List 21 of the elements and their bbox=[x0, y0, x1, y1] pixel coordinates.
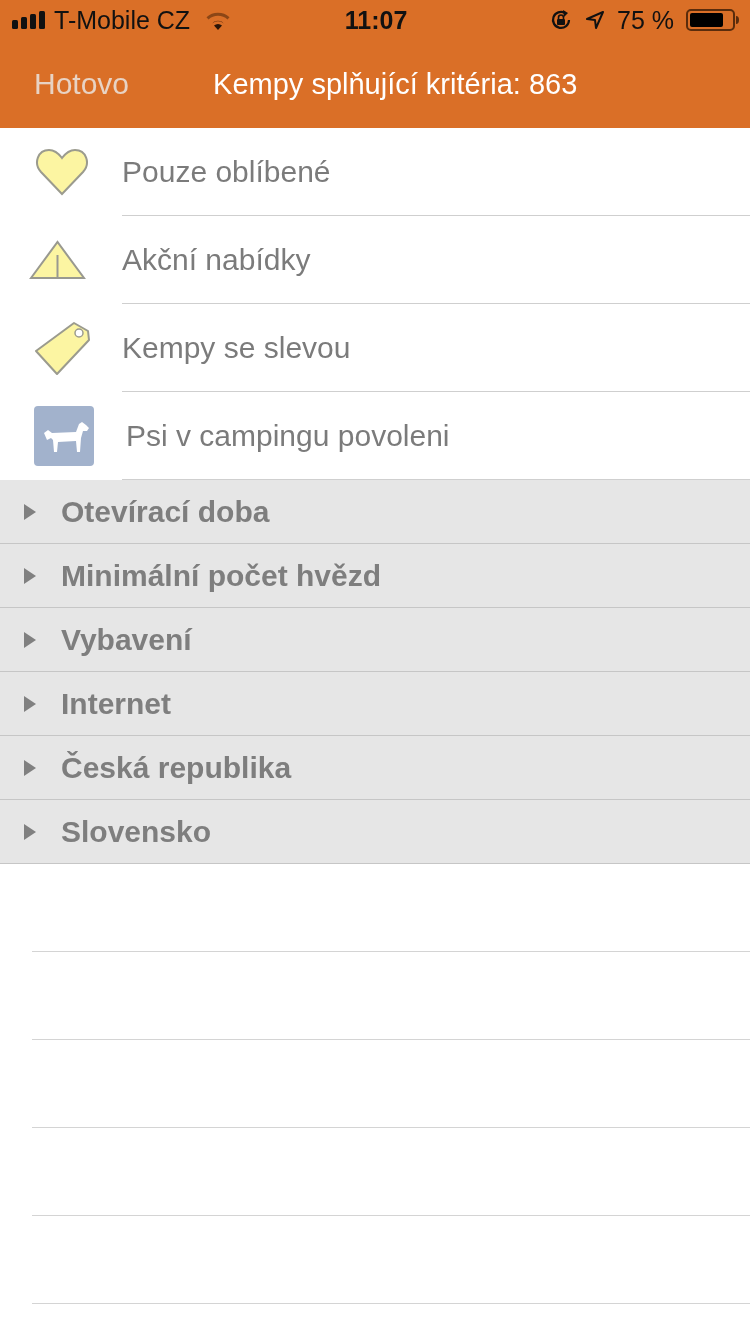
tag-icon bbox=[34, 320, 90, 376]
location-arrow-icon bbox=[585, 10, 605, 30]
section-header[interactable]: Otevírací doba bbox=[0, 480, 750, 544]
filter-item[interactable]: Pouze oblíbené bbox=[0, 128, 750, 216]
filter-item[interactable]: Kempy se slevou bbox=[0, 304, 750, 392]
dog-icon bbox=[34, 406, 94, 466]
section-header[interactable]: Česká republika bbox=[0, 736, 750, 800]
carrier-name: T-Mobile CZ bbox=[54, 5, 191, 35]
battery-percent: 75 % bbox=[617, 5, 674, 35]
tent-icon bbox=[29, 240, 86, 280]
section-header[interactable]: Internet bbox=[0, 672, 750, 736]
clock-time: 11:07 bbox=[344, 5, 408, 35]
signal-icon bbox=[12, 11, 46, 29]
nav-title: Kempy splňující kritéria: 863 bbox=[213, 67, 578, 101]
section-header[interactable]: Slovensko bbox=[0, 800, 750, 864]
filter-item[interactable]: Akční nabídky bbox=[0, 216, 750, 304]
rotation-lock-icon bbox=[549, 8, 573, 32]
battery-icon bbox=[686, 9, 740, 31]
section-header[interactable]: Minimální počet hvězd bbox=[0, 544, 750, 608]
heart-icon bbox=[35, 148, 89, 196]
section-header[interactable]: Vybavení bbox=[0, 608, 750, 672]
